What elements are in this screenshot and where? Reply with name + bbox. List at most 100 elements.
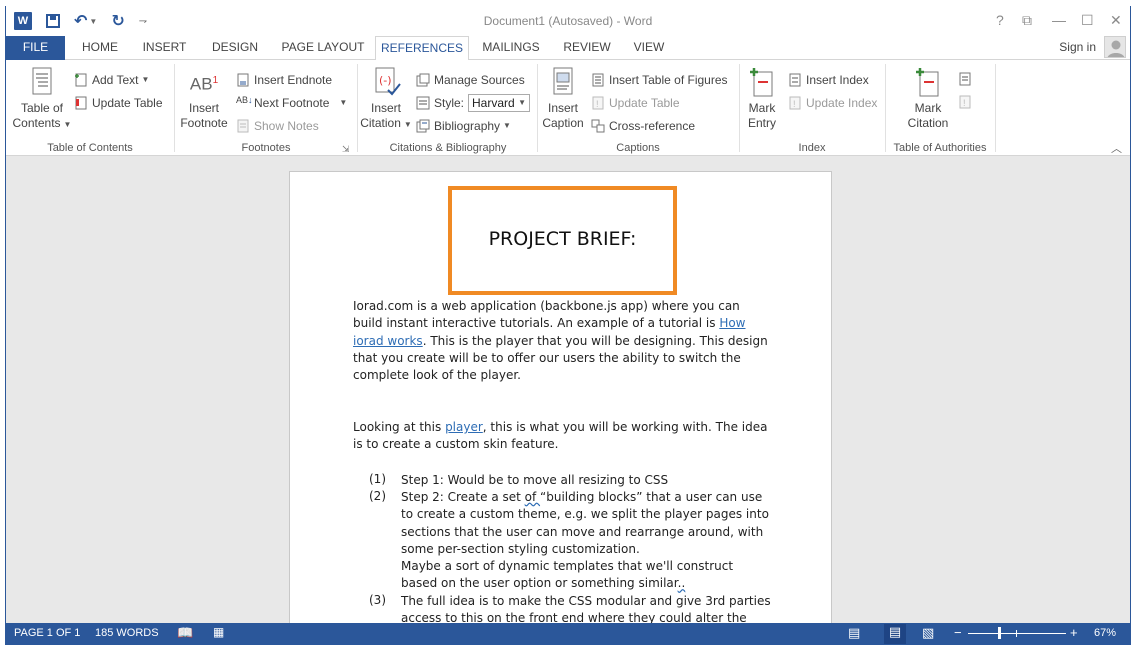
insert-table-of-authorities-icon[interactable] xyxy=(958,72,972,89)
ribbon-display-options-button[interactable]: ⧉ xyxy=(1022,12,1032,28)
insert-caption-button[interactable]: Insert Caption xyxy=(538,66,588,131)
proofing-icon[interactable]: 📖 xyxy=(177,625,193,641)
style-label: Style: xyxy=(434,96,465,110)
footnotes-dialog-launcher-icon[interactable]: ⇲ xyxy=(342,144,350,155)
group-label-index: Index xyxy=(798,142,826,154)
player-link[interactable]: player xyxy=(445,420,483,434)
bibliography-button[interactable]: Bibliography ▼ xyxy=(416,117,511,135)
add-text-button[interactable]: Add Text ▼ xyxy=(74,71,149,89)
word-count[interactable]: 185 WORDS xyxy=(95,627,159,639)
sign-in-link[interactable]: Sign in xyxy=(1059,40,1096,54)
print-layout-icon[interactable]: ▤ xyxy=(884,624,906,644)
style-dropdown[interactable]: Harvard ▼ xyxy=(468,94,531,112)
show-notes-button[interactable]: Show Notes xyxy=(236,117,319,135)
zoom-out-icon[interactable]: − xyxy=(954,625,962,640)
mark-entry-button[interactable]: Mark Entry xyxy=(740,66,784,131)
avatar[interactable] xyxy=(1104,36,1126,58)
bibliography-icon xyxy=(416,119,430,133)
update-table-button[interactable]: Update Table xyxy=(74,94,163,112)
svg-text:!: ! xyxy=(793,99,796,109)
page-count[interactable]: PAGE 1 OF 1 xyxy=(14,627,80,639)
tab-references[interactable]: REFERENCES xyxy=(375,36,469,61)
toc-label-line2: Contents ▼ xyxy=(12,116,72,130)
ribbon-tabs: FILE HOME INSERT DESIGN PAGE LAYOUT REFE… xyxy=(6,36,1130,61)
list-item-number: (2) xyxy=(369,489,386,503)
zoom-in-icon[interactable]: + xyxy=(1070,625,1078,640)
document-page[interactable]: PROJECT BRIEF: Iorad.com is a web applic… xyxy=(289,171,832,623)
toc-label-line1: Table of xyxy=(20,101,64,115)
next-footnote-icon: AB↓ xyxy=(236,95,253,105)
mark-entry-label-line2: Entry xyxy=(747,116,776,130)
group-label-authorities: Table of Authorities xyxy=(893,142,987,154)
maximize-button[interactable]: ☐ xyxy=(1081,12,1094,28)
list-item-number: (3) xyxy=(369,593,386,607)
word-window: W ↶ ▼ ↻ ⇁ Document1 (Autosaved) - Word ?… xyxy=(5,6,1131,645)
insert-index-button[interactable]: Insert Index xyxy=(788,71,869,89)
update-table-of-authorities-icon[interactable]: ! xyxy=(958,95,972,112)
style-icon xyxy=(416,96,430,110)
status-bar: PAGE 1 OF 1 185 WORDS 📖 ▦ ▤ ▤ ▧ − + 67% xyxy=(6,623,1130,645)
insert-endnote-button[interactable]: Insert Endnote xyxy=(236,71,332,89)
close-button[interactable]: ✕ xyxy=(1110,12,1122,28)
tab-file[interactable]: FILE xyxy=(6,36,65,60)
svg-text:(-): (-) xyxy=(379,74,392,87)
insert-table-of-figures-button[interactable]: Insert Table of Figures xyxy=(591,71,728,89)
insert-footnote-button[interactable]: AB1 Insert Footnote xyxy=(178,66,230,131)
help-button[interactable]: ? xyxy=(996,12,1004,28)
insert-caption-label-line2: Caption xyxy=(542,116,584,130)
document-canvas[interactable]: PROJECT BRIEF: Iorad.com is a web applic… xyxy=(6,156,1130,623)
tab-view[interactable]: VIEW xyxy=(627,36,671,60)
read-mode-icon[interactable]: ▤ xyxy=(848,625,860,641)
manage-sources-button[interactable]: Manage Sources xyxy=(416,71,525,89)
zoom-level[interactable]: 67% xyxy=(1094,627,1116,639)
group-divider xyxy=(174,64,175,152)
list-item[interactable]: Step 1: Would be to move all resizing to… xyxy=(401,472,771,489)
macro-recording-icon[interactable]: ▦ xyxy=(213,625,224,639)
insert-footnote-label-line1: Insert xyxy=(188,101,219,115)
minimize-button[interactable]: — xyxy=(1052,12,1066,28)
insert-endnote-icon xyxy=(236,73,250,87)
next-footnote-button[interactable]: AB↓ Next Footnote ▼ xyxy=(236,94,347,112)
group-divider xyxy=(885,64,886,152)
title-text-box[interactable]: PROJECT BRIEF: xyxy=(448,186,677,295)
style-selector: Style: Harvard ▼ xyxy=(416,94,531,112)
paragraph-player[interactable]: Looking at this player, this is what you… xyxy=(353,419,768,454)
tab-page-layout[interactable]: PAGE LAYOUT xyxy=(275,36,371,60)
mark-entry-label-line1: Mark xyxy=(748,101,776,115)
zoom-slider[interactable] xyxy=(968,627,1066,639)
group-label-citations: Citations & Bibliography xyxy=(389,142,507,154)
svg-text:!: ! xyxy=(963,98,966,108)
list-item-number: (1) xyxy=(369,472,386,486)
tab-home[interactable]: HOME xyxy=(74,36,126,60)
web-layout-icon[interactable]: ▧ xyxy=(922,625,934,641)
table-of-contents-button[interactable]: Table of Contents ▼ xyxy=(12,66,72,132)
group-label-captions: Captions xyxy=(616,142,660,154)
title-bar: W ↶ ▼ ↻ ⇁ Document1 (Autosaved) - Word ?… xyxy=(6,6,1130,36)
paragraph-intro[interactable]: Iorad.com is a web application (backbone… xyxy=(353,298,768,384)
update-table-icon: ! xyxy=(591,96,605,110)
tab-review[interactable]: REVIEW xyxy=(559,36,615,60)
update-table-icon xyxy=(74,96,88,110)
insert-footnote-icon: AB1 xyxy=(189,74,219,94)
show-notes-icon xyxy=(236,119,250,133)
mark-entry-icon xyxy=(746,66,778,98)
mark-citation-button[interactable]: Mark Citation xyxy=(898,66,958,131)
tab-mailings[interactable]: MAILINGS xyxy=(477,36,545,60)
insert-caption-label-line1: Insert xyxy=(547,101,578,115)
insert-citation-icon: (-) xyxy=(370,66,402,98)
update-table-of-figures-button[interactable]: ! Update Table xyxy=(591,94,680,112)
collapse-ribbon-icon[interactable]: ︿ xyxy=(1111,140,1122,156)
list-item[interactable]: Step 2: Create a set of “building blocks… xyxy=(401,489,771,593)
list-item[interactable]: The full idea is to make the CSS modular… xyxy=(401,593,771,623)
update-index-button[interactable]: ! Update Index xyxy=(788,94,877,112)
insert-citation-button[interactable]: (-) Insert Citation ▼ xyxy=(358,66,414,132)
insert-footnote-label-line2: Footnote xyxy=(180,116,228,130)
zoom-slider-handle[interactable] xyxy=(998,627,1002,639)
table-of-contents-icon xyxy=(26,66,58,98)
cross-reference-button[interactable]: Cross-reference xyxy=(591,117,695,135)
group-label-table-of-contents: Table of Contents xyxy=(47,142,133,154)
tab-insert[interactable]: INSERT xyxy=(137,36,192,60)
manage-sources-icon xyxy=(416,73,430,87)
tab-design[interactable]: DESIGN xyxy=(205,36,265,60)
mark-citation-icon xyxy=(912,66,944,98)
